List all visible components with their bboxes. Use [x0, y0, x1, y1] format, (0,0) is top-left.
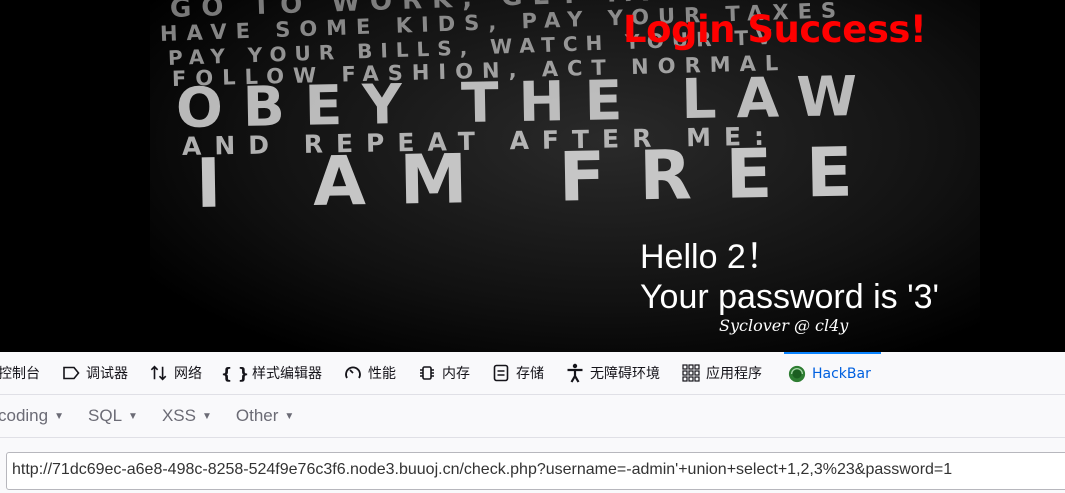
network-icon [150, 364, 168, 382]
application-icon [682, 364, 700, 382]
storage-icon [492, 364, 510, 382]
menu-encoding[interactable]: coding ▼ [0, 406, 64, 426]
menu-label: Other [235, 406, 279, 425]
tab-label: 无障碍环境 [590, 366, 660, 382]
tab-storage[interactable]: 存储 [492, 352, 544, 394]
hackbar-url-area: http://71dc69ec-a6e8-498c-8258-524f9e76c… [0, 438, 1065, 493]
memory-icon [418, 364, 436, 382]
url-text: http://71dc69ec-a6e8-498c-8258-524f9e76c… [12, 461, 953, 478]
background-text-line: I AM FREE [195, 132, 888, 224]
style-editor-icon: { } [220, 363, 250, 383]
tab-label: HackBar [812, 366, 871, 382]
page-viewport: GO TO WORK, GET MARRIED HAVE SOME KIDS, … [0, 0, 1065, 352]
chevron-down-icon: ▼ [201, 410, 212, 422]
chevron-down-icon: ▼ [128, 410, 138, 422]
menu-sql[interactable]: SQL ▼ [88, 406, 138, 426]
tab-label: 应用程序 [706, 366, 762, 382]
url-input[interactable]: http://71dc69ec-a6e8-498c-8258-524f9e76c… [6, 452, 1065, 490]
menu-label: XSS [161, 406, 196, 425]
hello-message: Hello 2！ [640, 238, 780, 276]
debugger-icon [62, 364, 80, 382]
tab-debugger[interactable]: 调试器 [62, 352, 128, 394]
menu-xss[interactable]: XSS ▼ [162, 406, 212, 426]
tab-label: 性能 [368, 366, 396, 382]
chevron-down-icon: ▼ [284, 410, 295, 422]
tab-console[interactable]: 控制台 [0, 352, 40, 394]
tab-memory[interactable]: 内存 [418, 352, 470, 394]
hackbar-icon [788, 365, 806, 383]
menu-other[interactable]: Other ▼ [236, 406, 294, 426]
tab-label: 存储 [516, 366, 544, 382]
login-success-title: Login Success! [623, 8, 927, 51]
menu-label: coding [0, 406, 49, 425]
tab-label: 调试器 [86, 366, 128, 382]
tab-accessibility[interactable]: 无障碍环境 [566, 352, 660, 394]
credit-text: Syclover @ cl4y [719, 316, 849, 335]
tab-label: 样式编辑器 [252, 366, 322, 382]
tab-label: 控制台 [0, 366, 40, 382]
tab-performance[interactable]: 性能 [344, 352, 396, 394]
devtools-tab-bar: 控制台 调试器 网络 { } 样式编辑器 性能 内存 存储 无障碍环境 应用程序… [0, 352, 1065, 395]
tab-network[interactable]: 网络 [150, 352, 202, 394]
menu-label: SQL [88, 406, 123, 425]
hackbar-menu-bar: coding ▼ SQL ▼ XSS ▼ Other ▼ [0, 395, 1065, 438]
tab-label: 内存 [442, 366, 470, 382]
password-message: Your password is '3' [640, 278, 939, 316]
tab-hackbar[interactable]: HackBar [784, 352, 881, 394]
tab-application[interactable]: 应用程序 [682, 352, 762, 394]
tab-style-editor[interactable]: { } 样式编辑器 [220, 352, 322, 394]
performance-icon [344, 364, 362, 382]
tab-label: 网络 [174, 366, 202, 382]
accessibility-icon [566, 363, 584, 383]
chevron-down-icon: ▼ [54, 410, 65, 422]
